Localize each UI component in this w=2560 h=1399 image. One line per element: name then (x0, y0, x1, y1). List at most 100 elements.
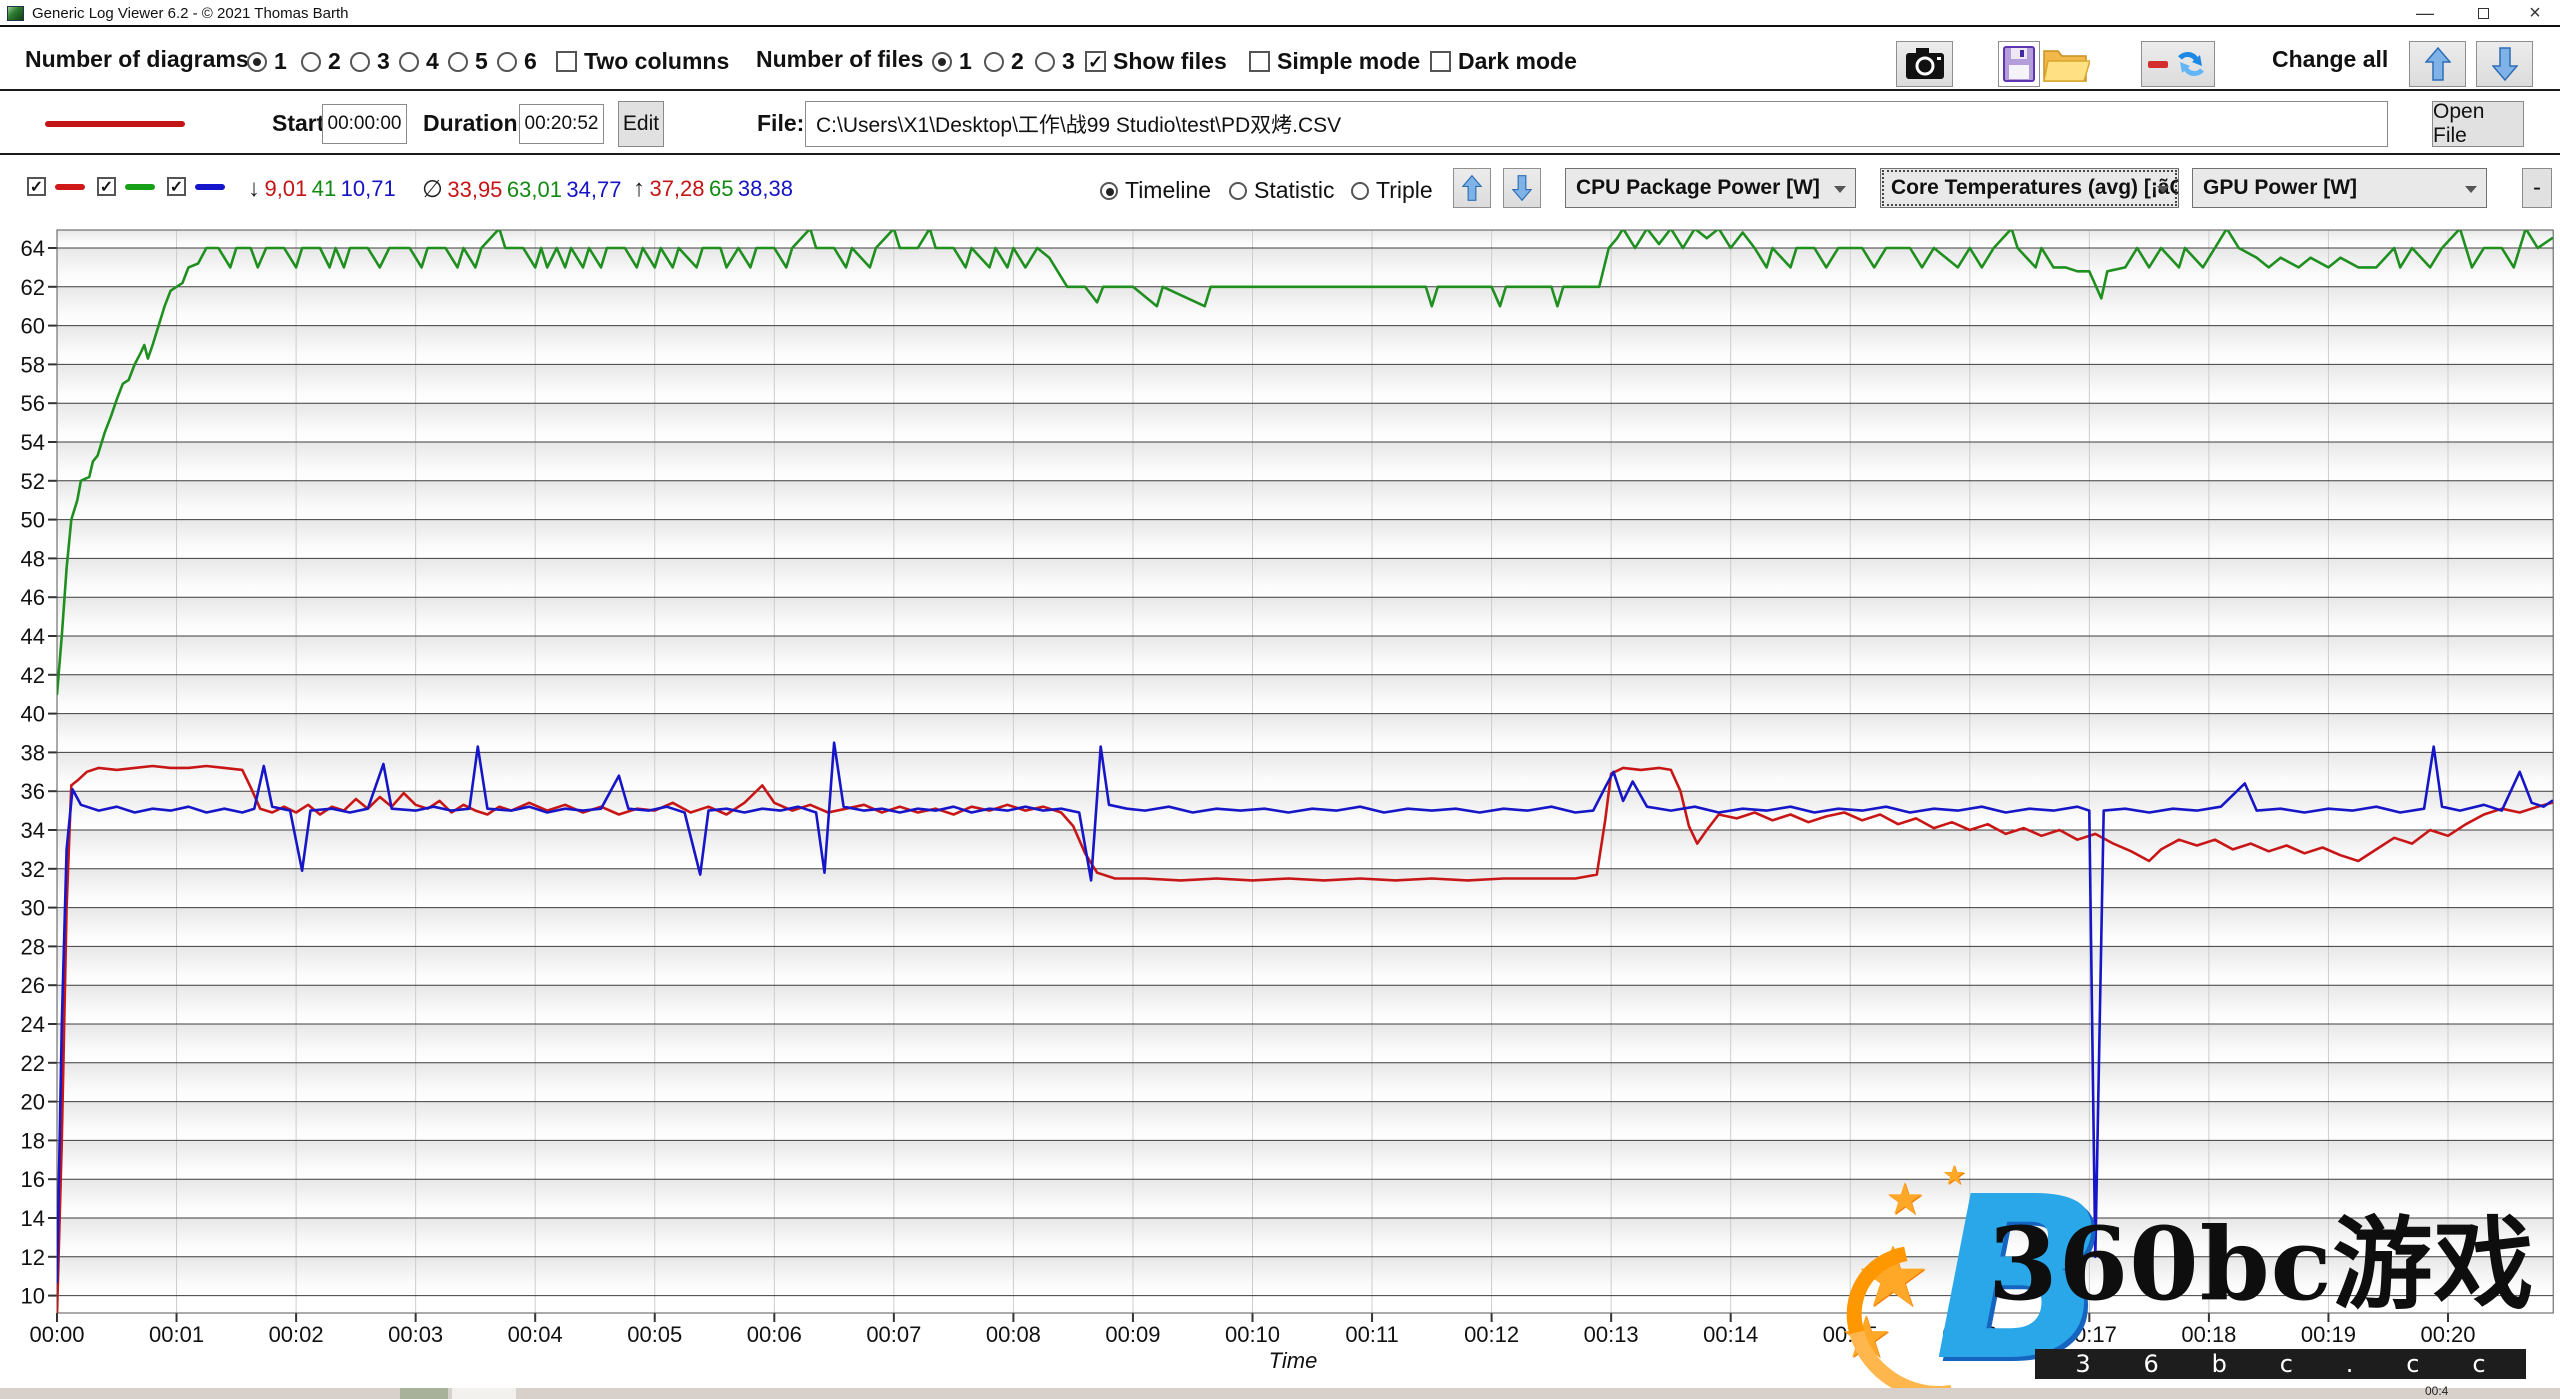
timeline-radio[interactable]: Timeline (1100, 177, 1211, 204)
radio-icon (1351, 182, 1369, 200)
stats-min: ↓ 9,01 41 10,71 (248, 175, 396, 203)
svg-text:00:19: 00:19 (2301, 1322, 2356, 1347)
svg-text:00:15: 00:15 (1823, 1322, 1878, 1347)
chart-plot-area[interactable]: 00:0000:0100:0200:0300:0400:0500:0600:07… (0, 215, 2560, 1388)
radio-icon (399, 52, 419, 72)
move-up-button[interactable] (2409, 41, 2466, 87)
diagrams-radio-2[interactable]: 2 (301, 48, 341, 75)
timeline-chart[interactable]: 00:0000:0100:0200:0300:0400:0500:0600:07… (0, 215, 2560, 1388)
svg-text:56: 56 (21, 391, 45, 416)
svg-text:42: 42 (21, 663, 45, 688)
start-time-input[interactable]: 00:00:00 (322, 104, 407, 144)
svg-text:24: 24 (21, 1012, 45, 1037)
title-bar: Generic Log Viewer 6.2 - © 2021 Thomas B… (0, 0, 2560, 27)
svg-text:00:00: 00:00 (29, 1322, 84, 1347)
svg-text:34: 34 (21, 818, 45, 843)
channel-down-button[interactable] (1503, 168, 1541, 208)
file-label: File: (757, 110, 804, 137)
diagrams-radio-3[interactable]: 3 (350, 48, 390, 75)
remove-channel-button[interactable]: - (2522, 168, 2552, 208)
average-icon: ∅ (422, 176, 443, 203)
reset-refresh-button[interactable] (2141, 41, 2215, 87)
maximize-button[interactable] (2458, 0, 2508, 26)
radio-icon (350, 52, 370, 72)
radio-icon (984, 52, 1004, 72)
generic-log-viewer-window: Generic Log Viewer 6.2 - © 2021 Thomas B… (0, 0, 2560, 1399)
svg-text:38: 38 (21, 740, 45, 765)
dark-mode-checkbox[interactable]: Dark mode (1430, 48, 1577, 75)
checkbox-checked-icon: ✓ (27, 177, 46, 196)
close-button[interactable]: × (2510, 0, 2560, 26)
svg-text:16: 16 (21, 1167, 45, 1192)
files-radio-3[interactable]: 3 (1035, 48, 1075, 75)
svg-text:00:10: 00:10 (1225, 1322, 1280, 1347)
svg-text:00:16: 00:16 (1942, 1322, 1997, 1347)
svg-text:00:18: 00:18 (2181, 1322, 2236, 1347)
svg-text:00:09: 00:09 (1105, 1322, 1160, 1347)
save-button[interactable] (1998, 41, 2040, 87)
core-series-checkbox[interactable]: ✓ (97, 177, 116, 196)
svg-text:62: 62 (21, 275, 45, 300)
stats-max: ↑ 37,28 65 38,38 (633, 175, 793, 203)
svg-text:00:13: 00:13 (1584, 1322, 1639, 1347)
move-down-button[interactable] (2476, 41, 2533, 87)
svg-text:00:08: 00:08 (986, 1322, 1041, 1347)
files-radio-1[interactable]: 1 (932, 48, 972, 75)
checkbox-icon (1430, 51, 1451, 72)
svg-text:64: 64 (21, 236, 45, 261)
svg-text:26: 26 (21, 973, 45, 998)
files-radio-2[interactable]: 2 (984, 48, 1024, 75)
partial-timestamp: 00:4 (2425, 1384, 2448, 1398)
svg-text:00:03: 00:03 (388, 1322, 443, 1347)
cpu-series-checkbox[interactable]: ✓ (27, 177, 46, 196)
channel-dropdown-cpu-power[interactable]: CPU Package Power [W] (1565, 168, 1856, 208)
chevron-down-icon (2465, 186, 2477, 193)
bottom-strip: 00:4 (0, 1388, 2560, 1399)
svg-text:00:07: 00:07 (866, 1322, 921, 1347)
minimize-button[interactable]: — (2400, 0, 2450, 26)
svg-text:00:01: 00:01 (149, 1322, 204, 1347)
svg-text:54: 54 (21, 430, 45, 455)
camera-icon (1904, 47, 1946, 81)
app-icon (7, 6, 24, 21)
svg-text:32: 32 (21, 857, 45, 882)
minus-refresh-icon (2146, 46, 2210, 82)
diagrams-radio-4[interactable]: 4 (399, 48, 439, 75)
folder-button[interactable] (2042, 43, 2090, 90)
gpu-series-checkbox[interactable]: ✓ (167, 177, 186, 196)
svg-text:12: 12 (21, 1245, 45, 1270)
show-files-checkbox[interactable]: ✓Show files (1085, 48, 1227, 75)
channel-dropdown-gpu-power[interactable]: GPU Power [W] (2192, 168, 2487, 208)
svg-text:52: 52 (21, 469, 45, 494)
radio-icon (247, 52, 267, 72)
edit-button[interactable]: Edit (618, 101, 664, 147)
screenshot-button[interactable] (1896, 41, 1953, 87)
svg-text:30: 30 (21, 896, 45, 921)
radio-icon (301, 52, 321, 72)
svg-text:00:14: 00:14 (1703, 1322, 1758, 1347)
open-file-button[interactable]: Open File (2432, 101, 2524, 147)
diagrams-radio-6[interactable]: 6 (497, 48, 537, 75)
number-of-files-label: Number of files (756, 46, 923, 73)
arrow-up-icon (1462, 174, 1482, 202)
triple-radio[interactable]: Triple (1351, 177, 1433, 204)
two-columns-checkbox[interactable]: Two columns (556, 48, 729, 75)
diagrams-radio-5[interactable]: 5 (448, 48, 488, 75)
radio-icon (932, 52, 952, 72)
arrow-down-icon (2492, 47, 2518, 81)
duration-input[interactable]: 00:20:52 (519, 104, 604, 144)
svg-text:58: 58 (21, 352, 45, 377)
channel-dropdown-core-temp[interactable]: Core Temperatures (avg) [¡ãC] (1880, 168, 2179, 208)
diagrams-radio-1[interactable]: 1 (247, 48, 287, 75)
svg-text:14: 14 (21, 1206, 45, 1231)
strip-segment (400, 1388, 448, 1399)
file-path-input[interactable]: C:\Users\X1\Desktop\工作\战99 Studio\test\P… (805, 101, 2388, 147)
statistic-radio[interactable]: Statistic (1229, 177, 1335, 204)
simple-mode-checkbox[interactable]: Simple mode (1249, 48, 1420, 75)
radio-icon (1100, 182, 1118, 200)
svg-text:18: 18 (21, 1128, 45, 1153)
channel-up-button[interactable] (1453, 168, 1491, 208)
change-all-label: Change all (2272, 46, 2388, 73)
radio-icon (448, 52, 468, 72)
radio-icon (497, 52, 517, 72)
